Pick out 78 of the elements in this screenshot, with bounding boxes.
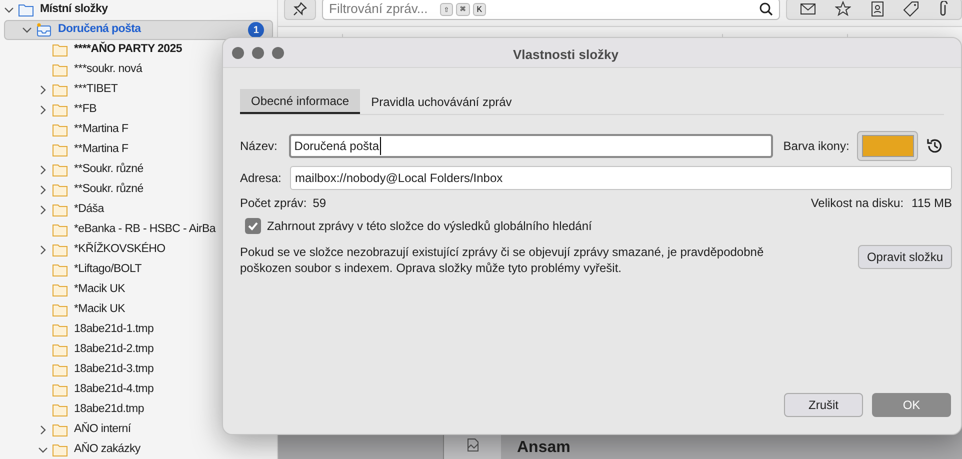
star-icon[interactable] bbox=[835, 1, 852, 17]
checkmark-icon bbox=[247, 220, 259, 232]
field-label: Barva ikony: bbox=[783, 138, 850, 155]
field-value: Doručená pošta bbox=[294, 137, 382, 155]
folder-icon bbox=[18, 3, 34, 17]
key-cap: K bbox=[472, 2, 486, 16]
folder-item[interactable]: AŇO zakázky bbox=[0, 440, 277, 459]
folder-item[interactable]: Místní složky bbox=[0, 0, 277, 20]
checkbox-label: Zahrnout zprávy v této složce do výsledků globálního hledání bbox=[267, 218, 592, 235]
folder-item[interactable]: *Macik UK bbox=[0, 300, 277, 320]
inbox-icon bbox=[36, 23, 52, 37]
window-control[interactable] bbox=[252, 46, 264, 58]
placeholder-text: Filtrování zpráv... bbox=[329, 0, 428, 18]
field-value: mailbox://nobody@Local Folders/Inbox bbox=[295, 170, 503, 187]
folder-icon bbox=[52, 243, 68, 257]
cancel-button[interactable]: Zrušit bbox=[784, 393, 863, 417]
folder-icon bbox=[52, 363, 68, 377]
folder-item[interactable]: AŇO interní bbox=[0, 420, 277, 440]
color-picker-button[interactable] bbox=[857, 131, 918, 161]
folder-icon bbox=[52, 183, 68, 197]
folder-icon bbox=[52, 103, 68, 117]
folder-item[interactable]: ***soukr. nová bbox=[0, 60, 277, 80]
folder-icon bbox=[52, 223, 68, 237]
search-icon bbox=[759, 2, 773, 16]
folder-item[interactable]: **Martina F bbox=[0, 120, 277, 140]
contact-card-icon[interactable] bbox=[870, 1, 884, 17]
key-cap: ⌘ bbox=[456, 2, 470, 16]
folder-icon bbox=[52, 123, 68, 137]
folder-icon bbox=[52, 383, 68, 397]
folder-icon bbox=[52, 43, 68, 57]
pin-icon bbox=[293, 2, 307, 16]
folder-icon bbox=[52, 203, 68, 217]
window-control[interactable] bbox=[232, 46, 244, 58]
folder-icon bbox=[52, 323, 68, 337]
correspondent-text: Ansam bbox=[517, 438, 570, 458]
folder-item[interactable]: 18abe21d-4.tmp bbox=[0, 380, 277, 400]
folder-icon bbox=[52, 283, 68, 297]
folder-item[interactable]: *Macik UK bbox=[0, 280, 277, 300]
address-field[interactable]: mailbox://nobody@Local Folders/Inbox bbox=[290, 166, 952, 190]
field-label: Počet zpráv: bbox=[240, 195, 307, 212]
tab[interactable]: Obecné informace bbox=[240, 89, 360, 114]
folder-item[interactable]: 18abe21d-2.tmp bbox=[0, 340, 277, 360]
folder-icon bbox=[52, 403, 68, 417]
folder-icon bbox=[52, 263, 68, 277]
folder-item[interactable]: Doručená pošta 1 bbox=[4, 20, 273, 40]
field-label: Velikost na disku: bbox=[810, 195, 904, 212]
folder-icon bbox=[52, 63, 68, 77]
tab[interactable]: Pravidla uchovávání zpráv bbox=[360, 89, 523, 114]
filter-field[interactable]: Filtrování zpráv... ⇧ ⌘ K bbox=[322, 0, 780, 20]
checkbox[interactable] bbox=[245, 218, 261, 234]
message-icon bbox=[466, 438, 480, 452]
folder-icon bbox=[52, 83, 68, 97]
tag-icon[interactable] bbox=[902, 1, 919, 17]
folder-icon bbox=[52, 143, 68, 157]
folder-icon bbox=[52, 443, 68, 457]
folder-item[interactable]: 18abe21d.tmp bbox=[0, 400, 277, 420]
window-title: Vlastnosti složky bbox=[513, 46, 618, 64]
window-control[interactable] bbox=[272, 46, 284, 58]
unread-count: 1 bbox=[248, 22, 264, 38]
repair-button[interactable]: Opravit složku bbox=[858, 245, 952, 269]
folder-item[interactable]: 18abe21d-3.tmp bbox=[0, 360, 277, 380]
pin-button[interactable] bbox=[284, 0, 316, 20]
field-label: Adresa: bbox=[240, 170, 282, 187]
folder-icon bbox=[52, 303, 68, 317]
repair-description: Pokud se ve složce nezobrazují existující zprávy či se objevují zprávy smazané, je pravděpodobně poškozen soubor s indexem. Oprava složky může tyto problémy vyřešit. bbox=[240, 244, 765, 276]
field-value: 59 bbox=[312, 195, 326, 212]
field-label: Název: bbox=[240, 138, 278, 155]
name-field[interactable]: Doručená pošta bbox=[289, 134, 774, 158]
envelope-icon[interactable] bbox=[800, 2, 816, 16]
folder-icon bbox=[52, 343, 68, 357]
folder-item[interactable]: ****AŇO PARTY 2025 bbox=[0, 40, 277, 60]
folder-icon bbox=[52, 423, 68, 437]
folder-item[interactable]: 18abe21d-1.tmp bbox=[0, 320, 277, 340]
paperclip-icon[interactable] bbox=[938, 1, 948, 17]
history-icon[interactable] bbox=[926, 137, 944, 155]
key-cap: ⇧ bbox=[440, 2, 454, 16]
field-value: 115 MB bbox=[912, 195, 952, 212]
folder-icon bbox=[52, 163, 68, 177]
